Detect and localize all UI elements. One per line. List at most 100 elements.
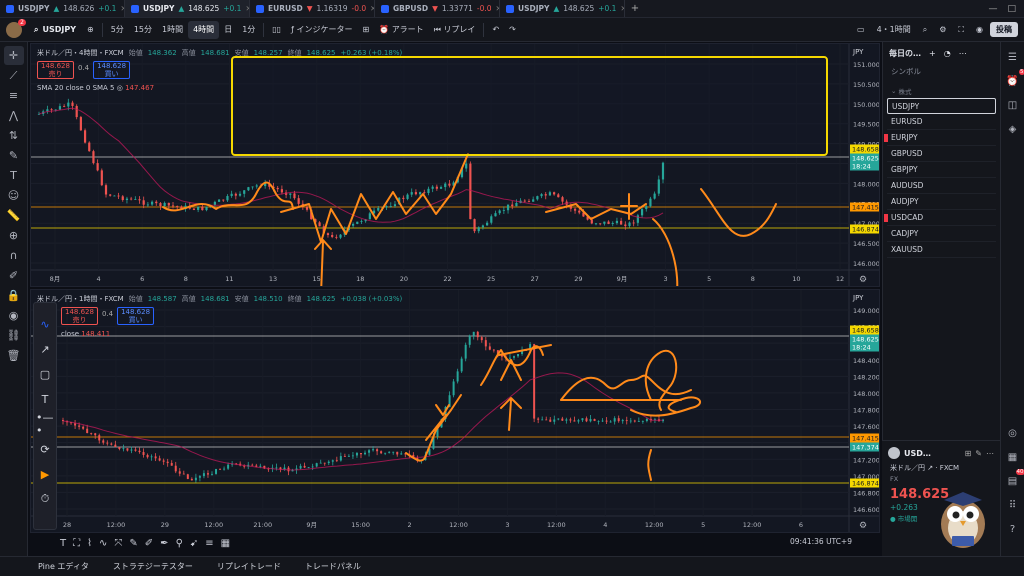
- lock-icon[interactable]: 🔒: [4, 286, 24, 305]
- forecast-icon[interactable]: ⇅: [4, 126, 24, 145]
- path-icon[interactable]: ⌇: [87, 538, 92, 549]
- freehand-drawing[interactable]: [405, 394, 462, 462]
- buy-button[interactable]: 148.628 買い: [93, 61, 131, 79]
- pattern-icon[interactable]: ⋀: [4, 106, 24, 125]
- crosshair-icon[interactable]: ✛: [3, 46, 24, 65]
- symbol-search[interactable]: ⌕ USDJPY: [28, 21, 82, 39]
- bottom-panel-tab[interactable]: Pine エディタ: [38, 561, 89, 572]
- eye-icon[interactable]: ◎: [117, 84, 123, 92]
- watchlist-item[interactable]: CADJPY: [887, 226, 996, 242]
- news-icon[interactable]: ▤ 40: [1004, 469, 1024, 490]
- emoji-icon[interactable]: ☺: [4, 186, 24, 205]
- watchlist-item[interactable]: AUDUSD: [887, 178, 996, 194]
- detail-symbol[interactable]: USD…: [904, 449, 931, 458]
- chart-pane-1h[interactable]: JPY149.000148.800148.600148.400148.20014…: [30, 289, 880, 533]
- interval-button[interactable]: 15分: [129, 21, 157, 39]
- interval-button[interactable]: 1分: [237, 21, 260, 39]
- pin-icon[interactable]: ⚲: [176, 538, 183, 549]
- apps-icon[interactable]: ⠿: [1004, 496, 1022, 514]
- bottom-panel-tab[interactable]: リプレイトレード: [217, 561, 281, 572]
- watchlist-title[interactable]: 毎日の…: [889, 48, 921, 59]
- curve-icon[interactable]: ∿: [99, 538, 107, 549]
- sma-legend-4h[interactable]: SMA 20 close 0 SMA 5 ◎ 147.467: [37, 84, 154, 92]
- more-icon[interactable]: ⋯: [986, 449, 994, 458]
- freehand-drawing[interactable]: [700, 188, 777, 237]
- arrow-mark-icon[interactable]: ➹: [190, 538, 198, 549]
- browser-tab[interactable]: EURUSD▼1.16319-0.0✕: [250, 0, 375, 17]
- eye-icon[interactable]: ◉: [4, 306, 24, 325]
- pen-icon[interactable]: ✎: [129, 538, 137, 549]
- line-nodes-icon[interactable]: •—•: [36, 411, 54, 437]
- axis-settings-icon[interactable]: ⚙: [859, 521, 867, 531]
- edit-icon[interactable]: ✎: [975, 449, 982, 458]
- interval-button[interactable]: 1時間: [157, 21, 188, 39]
- alert-button[interactable]: ⏰ アラート: [374, 21, 429, 39]
- text-icon[interactable]: T: [4, 166, 24, 185]
- chart-icon[interactable]: ◔: [944, 49, 951, 58]
- fullscreen-icon[interactable]: ⛶: [953, 21, 969, 39]
- chart-pane-4h[interactable]: JPY151.000150.500150.000149.500149.00014…: [30, 43, 880, 287]
- compare-button[interactable]: ⊕: [82, 21, 99, 39]
- watchlist-item[interactable]: USDJPY: [887, 98, 996, 114]
- chart-canvas-4h[interactable]: JPY151.000150.500150.000149.500149.00014…: [31, 44, 880, 287]
- new-tab-button[interactable]: +: [625, 0, 645, 17]
- cross-line-icon[interactable]: ⤧: [114, 538, 122, 549]
- alarm-icon[interactable]: ⏰ 5: [1004, 69, 1024, 90]
- link-icon[interactable]: ⛓: [4, 326, 24, 345]
- replay-button[interactable]: ⏮ リプレイ: [429, 21, 481, 39]
- stay-drawing-icon[interactable]: ✐: [4, 266, 24, 285]
- templates-button[interactable]: ⊞: [357, 21, 374, 39]
- currency-label[interactable]: JPY: [852, 48, 864, 56]
- sell-button[interactable]: 148.628 売り: [61, 307, 98, 325]
- strike-icon[interactable]: ≡: [205, 538, 213, 549]
- browser-tab[interactable]: USDJPY▲148.626+0.1✕: [0, 0, 125, 17]
- search-icon[interactable]: ⌕: [918, 21, 932, 39]
- layout-icon[interactable]: ▭: [852, 21, 870, 39]
- highlighter-icon[interactable]: ✐: [145, 538, 153, 549]
- freehand-drawing[interactable]: [280, 153, 469, 243]
- chart-canvas-1h[interactable]: JPY149.000148.800148.600148.400148.20014…: [31, 290, 880, 533]
- watchlist-item[interactable]: AUDJPY: [887, 194, 996, 210]
- watchlist-item[interactable]: XAUUSD: [887, 242, 996, 258]
- more-icon[interactable]: ⋯: [959, 49, 967, 58]
- indicators-button[interactable]: ƒ インジケーター: [286, 21, 357, 39]
- watchlist-icon[interactable]: ☰: [1004, 48, 1022, 66]
- settings-icon[interactable]: ⚙: [934, 21, 951, 39]
- freehand-drawing[interactable]: [560, 374, 692, 401]
- brush-icon[interactable]: ∿: [36, 313, 54, 335]
- trash-icon[interactable]: 🗑: [4, 346, 24, 365]
- data-window-icon[interactable]: ◫: [1004, 96, 1022, 114]
- brush-icon[interactable]: ✎: [4, 146, 24, 165]
- layout-name[interactable]: 4・1時間: [872, 21, 916, 39]
- undo-button[interactable]: ↶: [487, 21, 504, 39]
- interval-button[interactable]: 4時間: [188, 20, 220, 39]
- watchlist-item[interactable]: GBPUSD: [887, 146, 996, 162]
- sell-button[interactable]: 148.628 売り: [37, 61, 74, 79]
- trend-line-icon[interactable]: ⟋: [4, 66, 24, 85]
- chart-type-button[interactable]: ▯▯: [267, 21, 286, 39]
- magnet-icon[interactable]: ∩: [4, 246, 24, 265]
- add-symbol-icon[interactable]: +: [929, 49, 936, 58]
- bottom-panel-tab[interactable]: ストラテジーテスター: [113, 561, 193, 572]
- external-link-icon[interactable]: ↗: [927, 464, 933, 472]
- watchlist-item[interactable]: GBPJPY: [887, 162, 996, 178]
- watchlist-item[interactable]: EURUSD: [887, 114, 996, 130]
- avatar[interactable]: 2: [6, 18, 26, 38]
- chevron-down-icon[interactable]: ⌄: [891, 87, 896, 95]
- text-icon[interactable]: T: [36, 388, 54, 410]
- grid-icon[interactable]: ⊞: [965, 449, 972, 458]
- minimize-icon[interactable]: —: [988, 4, 997, 14]
- clock[interactable]: 09:41:36 UTC+9: [790, 537, 852, 546]
- post-button[interactable]: 投稿: [990, 22, 1018, 37]
- freehand-drawing[interactable]: [500, 397, 522, 431]
- highlight-rectangle[interactable]: [231, 56, 828, 156]
- frame-icon[interactable]: ⛶: [73, 538, 80, 549]
- table-icon[interactable]: ▦: [221, 538, 230, 549]
- sma-legend-1h[interactable]: close 148.411: [61, 330, 110, 338]
- zoom-icon[interactable]: ⊕: [4, 226, 24, 245]
- fib-icon[interactable]: ≡: [4, 86, 24, 105]
- calendar-icon[interactable]: ▦: [1004, 448, 1022, 466]
- arrow-icon[interactable]: ↗: [36, 338, 54, 360]
- currency-label[interactable]: JPY: [852, 294, 864, 302]
- axis-settings-icon[interactable]: ⚙: [859, 275, 867, 285]
